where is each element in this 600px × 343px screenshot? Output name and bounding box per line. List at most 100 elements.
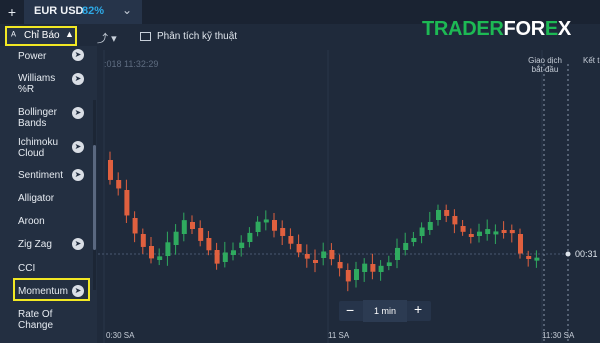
candle-body	[395, 247, 400, 260]
candle-body	[493, 231, 499, 235]
candle-body	[263, 219, 269, 223]
menu-item-williams[interactable]: Williams %R	[18, 73, 70, 95]
add-tab-button[interactable]: +	[0, 0, 24, 24]
candle-body	[247, 232, 253, 242]
menu-item-cci[interactable]: CCI	[18, 263, 35, 274]
candle-body	[411, 237, 417, 242]
x-tick: 11:30 SA	[542, 331, 575, 340]
candlestick-chart[interactable]	[98, 50, 600, 343]
x-tick: 0:30 SA	[106, 331, 135, 340]
candle-body	[518, 234, 523, 254]
candle-body	[140, 234, 146, 247]
candle-body	[452, 216, 458, 225]
candle-body	[345, 270, 351, 282]
candle-body	[124, 190, 130, 216]
candle-body	[116, 180, 122, 189]
candle-body	[534, 257, 540, 261]
arrow-icon[interactable]: ➤	[72, 107, 84, 119]
candle-body	[477, 231, 482, 236]
caret-down-icon: ▾	[111, 33, 117, 45]
candle-body	[296, 244, 302, 253]
candle-body	[173, 231, 179, 245]
candle-body	[288, 236, 294, 244]
time-readout: :018 11:32:29	[104, 59, 159, 69]
menu-item-aroon[interactable]: Aroon	[18, 216, 45, 227]
candle-body	[255, 221, 261, 232]
menu-item-zigzag[interactable]: Zig Zag	[18, 239, 52, 250]
analysis-icon[interactable]	[140, 32, 151, 41]
indicators-label: Chỉ Báo	[24, 30, 60, 41]
menu-item-power[interactable]: Power	[18, 51, 46, 62]
drawing-tool-button[interactable]: ⤴ ▾	[97, 30, 117, 46]
timeframe-label[interactable]: 1 min	[363, 300, 407, 322]
candle-body	[280, 228, 286, 236]
candle-body	[460, 226, 466, 232]
candle-body	[108, 160, 113, 180]
trade-end-marker: Kết th giao d	[583, 56, 600, 65]
candle-body	[526, 256, 532, 259]
arrow-icon[interactable]: ➤	[72, 49, 84, 61]
candle-body	[354, 269, 359, 280]
candle-body	[165, 242, 171, 256]
chart-area[interactable]	[98, 50, 600, 343]
candle-body	[181, 220, 187, 234]
candle-body	[329, 250, 335, 260]
menu-item-ichimoku[interactable]: Ichimoku Cloud	[18, 137, 68, 159]
arrow-icon[interactable]: ➤	[72, 238, 84, 250]
candle-body	[304, 254, 310, 259]
candle-body	[501, 230, 507, 233]
arrow-icon[interactable]: ➤	[72, 285, 84, 297]
candle-body	[337, 262, 343, 269]
candle-body	[427, 221, 433, 230]
candle-body	[485, 229, 491, 234]
trade-start-marker: Giao dịch bắt đầu	[528, 56, 562, 74]
candle-body	[378, 265, 384, 272]
candle-body	[222, 252, 228, 262]
candle-body	[239, 242, 245, 248]
candle-body	[444, 210, 450, 216]
current-price-label: 00:31	[575, 249, 598, 259]
menu-scrollbar-thumb[interactable]	[93, 145, 96, 250]
timeframe-decrease-button[interactable]: −	[346, 302, 354, 318]
technical-analysis-link[interactable]: Phân tích kỹ thuật	[157, 31, 237, 42]
candle-body	[370, 264, 376, 272]
candle-body	[468, 234, 474, 237]
candle-body	[149, 246, 154, 259]
arrow-icon[interactable]: ➤	[72, 141, 84, 153]
candle-body	[321, 251, 327, 258]
menu-item-rate-of-change[interactable]: Rate Of Change	[18, 309, 68, 331]
candle-body	[509, 230, 515, 234]
menu-item-bollinger[interactable]: Bollinger Bands	[18, 107, 70, 129]
arrow-icon[interactable]: ➤	[72, 73, 84, 85]
caret-up-icon: ▲	[65, 29, 74, 39]
candle-body	[419, 227, 425, 236]
candle-body	[313, 260, 318, 263]
menu-item-alligator[interactable]: Alligator	[18, 193, 54, 204]
candle-body	[231, 250, 236, 255]
indicator-menu: Power ➤ Williams %R ➤ Bollinger Bands ➤ …	[0, 46, 97, 343]
candle-body	[272, 220, 277, 231]
price-dot	[565, 251, 571, 257]
candle-body	[206, 238, 212, 251]
chevron-down-icon[interactable]: ⌄	[122, 3, 132, 17]
candle-body	[198, 228, 204, 241]
candle-body	[157, 256, 163, 260]
candle-body	[190, 222, 195, 230]
menu-item-momentum[interactable]: Momentum	[18, 286, 68, 297]
arrow-icon[interactable]: ➤	[72, 169, 84, 181]
x-tick: 11 SA	[328, 331, 350, 340]
candle-body	[403, 242, 409, 250]
indicators-button[interactable]: ᴬ Chỉ Báo ▲	[5, 26, 77, 46]
payout-percent: 82%	[82, 5, 105, 17]
tab-eurusd[interactable]: EUR USD 82% ⌄	[24, 0, 142, 24]
menu-item-sentiment[interactable]: Sentiment	[18, 170, 63, 181]
asset-name: EUR USD	[34, 5, 84, 17]
candle-body	[214, 250, 220, 264]
candle-body	[386, 262, 392, 266]
candle-body	[132, 218, 138, 234]
drawing-tool-icon: ⤴	[97, 33, 108, 45]
candle-body	[436, 209, 441, 220]
candle-body	[362, 263, 368, 272]
timeframe-increase-button[interactable]: +	[414, 301, 422, 317]
person-icon: ᴬ	[11, 30, 16, 42]
